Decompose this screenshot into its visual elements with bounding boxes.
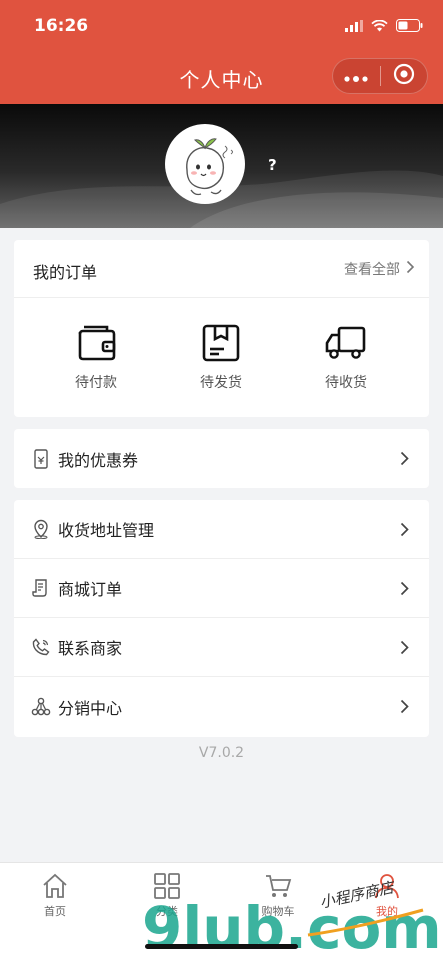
orders-header: 我的订单 查看全部 <box>14 240 429 298</box>
chevron-right-icon <box>400 522 409 537</box>
order-status-pending-shipment[interactable]: 待发货 <box>166 322 276 392</box>
app-version: V7.0.2 <box>198 745 245 761</box>
menu-item-label: 收货地址管理 <box>58 521 155 540</box>
status-bar: 16:26 <box>0 0 443 52</box>
tab-label: 我的 <box>376 905 398 918</box>
order-status-pending-receipt[interactable]: 待收货 <box>291 322 401 392</box>
menu-item-mall-orders[interactable]: 商城订单 <box>14 559 429 618</box>
menu-item-label: 联系商家 <box>58 639 123 658</box>
chevron-right-icon <box>400 699 409 714</box>
tab-label: 购物车 <box>261 905 295 918</box>
close-miniprogram-button[interactable] <box>381 59 428 93</box>
network-icon <box>31 697 51 717</box>
more-button[interactable] <box>333 59 380 93</box>
nav-bar: 个人中心 <box>0 52 443 104</box>
user-icon <box>342 873 432 899</box>
grid-icon <box>122 873 212 899</box>
cart-icon <box>233 873 323 899</box>
wallet-icon <box>41 322 151 364</box>
tab-cart[interactable]: 购物车 <box>233 873 323 919</box>
target-circle-icon <box>393 63 415 89</box>
home-indicator <box>145 944 298 949</box>
menu-item-address[interactable]: 收货地址管理 <box>14 500 429 559</box>
status-icons <box>345 16 423 36</box>
battery-icon <box>396 17 423 36</box>
menu-item-label: 商城订单 <box>58 580 123 599</box>
mini-program-capsule <box>332 58 428 94</box>
orders-title: 我的订单 <box>33 263 98 282</box>
truck-icon <box>291 322 401 364</box>
view-all-orders-link[interactable]: 查看全部 <box>344 259 415 279</box>
orders-card: 我的订单 查看全部 待付款 待发货 待收货 <box>14 240 429 417</box>
order-list-icon <box>31 578 51 598</box>
menu-item-coupons[interactable]: 我的优惠券 <box>14 429 429 488</box>
avatar[interactable] <box>165 124 245 204</box>
wifi-icon <box>371 17 388 36</box>
chevron-right-icon <box>406 260 415 278</box>
chevron-right-icon <box>400 581 409 596</box>
chevron-right-icon <box>400 640 409 655</box>
tab-label: 分类 <box>156 905 178 918</box>
order-status-label: 待发货 <box>200 375 242 391</box>
coupon-card: 我的优惠券 <box>14 429 429 488</box>
tab-label: 首页 <box>44 905 66 918</box>
package-icon <box>166 322 276 364</box>
more-dots-icon <box>344 67 368 86</box>
menu-item-distribution-center[interactable]: 分销中心 <box>14 677 429 736</box>
phone-icon <box>31 637 51 657</box>
profile-banner: ? <box>0 104 443 228</box>
status-time: 16:26 <box>34 16 89 36</box>
view-all-label: 查看全部 <box>344 262 400 278</box>
chevron-right-icon <box>400 451 409 466</box>
order-status-pending-payment[interactable]: 待付款 <box>41 322 151 392</box>
tab-category[interactable]: 分类 <box>122 873 212 919</box>
user-nickname: ? <box>268 156 277 174</box>
location-pin-icon <box>31 519 51 539</box>
menu-item-contact-merchant[interactable]: 联系商家 <box>14 618 429 677</box>
menu-card: 收货地址管理 商城订单 联系商家 分销中心 <box>14 500 429 737</box>
signal-icon <box>345 17 363 36</box>
home-icon <box>10 873 100 899</box>
coupon-icon <box>31 448 51 469</box>
order-status-label: 待收货 <box>325 375 367 391</box>
menu-item-label: 我的优惠券 <box>58 450 139 470</box>
tab-profile[interactable]: 我的 <box>342 873 432 919</box>
order-status-label: 待付款 <box>75 375 117 391</box>
avatar-cartoon-icon <box>186 138 233 196</box>
menu-item-label: 分销中心 <box>58 698 123 718</box>
tab-home[interactable]: 首页 <box>10 873 100 919</box>
